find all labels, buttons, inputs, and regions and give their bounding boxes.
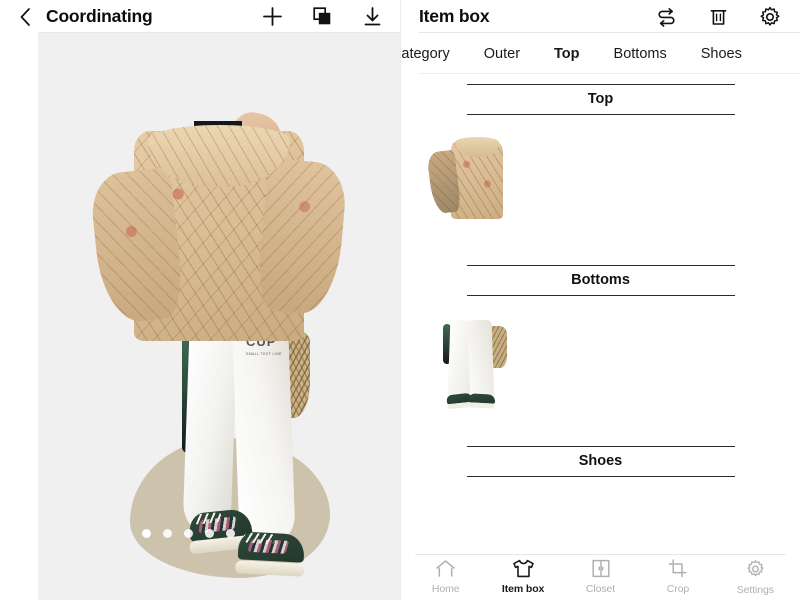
sneaker-right[interactable] — [234, 531, 306, 577]
download-button[interactable] — [360, 5, 384, 29]
pagination-dot[interactable] — [184, 529, 193, 538]
pagination-dots[interactable] — [142, 529, 235, 538]
bottom-navigation: Home Item box Closet Crop Settings — [401, 554, 800, 600]
pants-left-leg — [182, 332, 238, 530]
item-box-title: Item box — [419, 6, 490, 26]
section-items-bottoms — [401, 296, 800, 446]
pagination-dot[interactable] — [142, 529, 151, 538]
coordinating-panel: Coordinating CUP SMALL TEXT LINE — [0, 0, 400, 600]
nav-settings[interactable]: Settings — [717, 559, 794, 596]
swap-arrows-icon — [657, 8, 675, 27]
item-box-panel: Item box ategory Outer Top Bottoms Shoes… — [400, 0, 800, 600]
floral-blouse-layer[interactable] — [88, 111, 349, 343]
white-pants-thumbnail[interactable] — [427, 308, 513, 418]
blouse-left-sleeve — [88, 167, 186, 325]
tshirt-icon — [512, 559, 534, 578]
tab-all-category[interactable]: All category — [401, 46, 450, 62]
item-list[interactable]: Top Bottoms Shoes — [401, 74, 800, 554]
right-header-actions — [654, 5, 782, 29]
nav-label: Crop — [666, 583, 690, 595]
gear-icon — [760, 6, 780, 26]
download-icon — [364, 7, 380, 26]
nav-item-box[interactable]: Item box — [484, 559, 561, 595]
tab-outer[interactable]: Outer — [484, 46, 520, 62]
outfit-canvas[interactable]: CUP SMALL TEXT LINE — [38, 33, 400, 600]
crop-icon — [668, 559, 687, 578]
thumb-sneaker-sole — [468, 402, 495, 409]
right-header-bar: Item box — [401, 0, 800, 33]
pagination-dot[interactable] — [163, 529, 172, 538]
app-root: Coordinating CUP SMALL TEXT LINE Item bo… — [0, 0, 800, 600]
tab-bottoms[interactable]: Bottoms — [614, 46, 667, 62]
section-header-bottoms: Bottoms — [466, 265, 735, 296]
layers-copy-icon — [312, 7, 330, 25]
left-header-bar: Coordinating — [0, 0, 400, 33]
plus-icon — [262, 7, 282, 26]
section-header-top: Top — [466, 84, 735, 115]
blouse-right-sleeve — [255, 157, 349, 317]
pagination-dot[interactable] — [226, 529, 235, 538]
nav-label: Settings — [736, 583, 774, 596]
gear-icon — [747, 559, 764, 576]
add-item-button[interactable] — [260, 5, 284, 29]
left-header-actions — [260, 5, 384, 29]
settings-button[interactable] — [758, 5, 782, 29]
home-icon — [436, 560, 455, 577]
trash-icon — [710, 10, 726, 25]
nav-crop[interactable]: Crop — [639, 559, 716, 595]
sneaker-laces — [243, 532, 275, 545]
delete-button[interactable] — [706, 5, 730, 29]
back-button[interactable] — [14, 6, 36, 28]
canvas-wrapper: CUP SMALL TEXT LINE — [0, 33, 400, 600]
nav-home[interactable]: Home — [407, 559, 484, 595]
swap-button[interactable] — [654, 5, 678, 29]
nav-label: Home — [431, 583, 460, 595]
wardrobe-icon — [591, 559, 610, 578]
chevron-left-icon — [20, 7, 30, 26]
floral-blouse-thumbnail[interactable] — [426, 127, 513, 237]
category-tabs[interactable]: All category Outer Top Bottoms Shoes — [401, 33, 800, 74]
nav-label: Item box — [501, 583, 545, 595]
section-header-shoes: Shoes — [466, 446, 735, 477]
pagination-dot[interactable] — [205, 529, 214, 538]
tab-top[interactable]: Top — [554, 46, 580, 62]
duplicate-layer-button[interactable] — [310, 5, 334, 29]
nav-closet[interactable]: Closet — [562, 559, 639, 595]
tab-shoes[interactable]: Shoes — [701, 46, 742, 62]
section-items-top — [401, 115, 800, 265]
thumb-sneaker-right — [468, 393, 496, 409]
page-title: Coordinating — [46, 6, 153, 26]
nav-label: Closet — [585, 583, 616, 595]
